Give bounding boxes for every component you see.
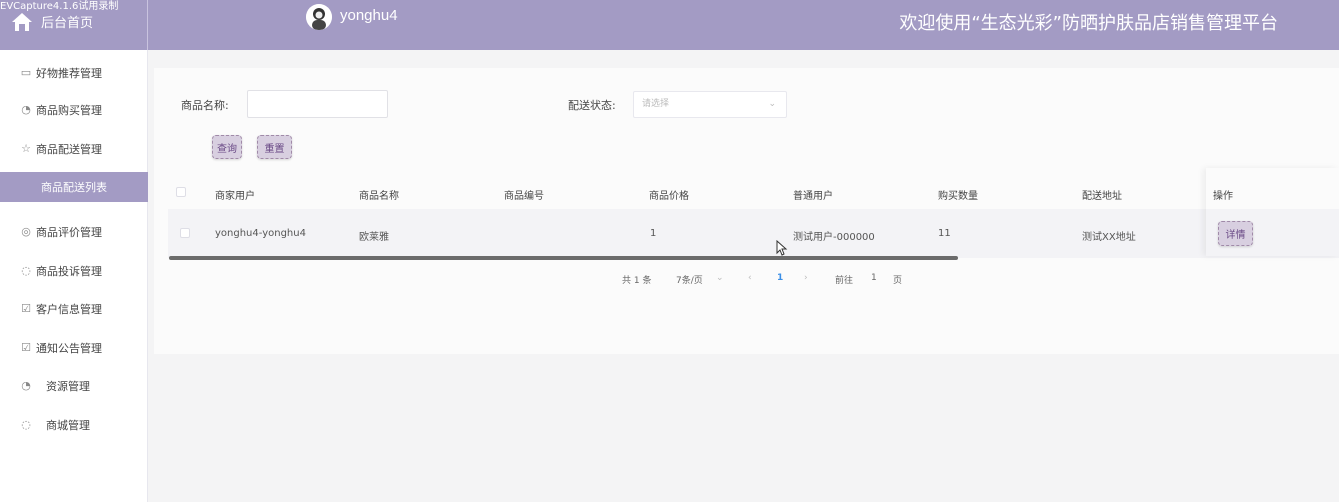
sidebar-item-mall[interactable]: ◌ 商城管理 (0, 411, 148, 439)
sidebar-item-delivery-list[interactable]: 商品配送列表 (0, 172, 148, 202)
sidebar-item-label: 商品购买管理 (36, 104, 102, 117)
horizontal-scrollbar[interactable] (169, 256, 958, 260)
current-page[interactable]: 1 (777, 273, 783, 283)
product-name-label: 商品名称: (181, 99, 229, 112)
next-page-icon[interactable]: › (804, 273, 808, 283)
clock-icon: ◔ (21, 379, 31, 392)
power-icon: ◌ (21, 418, 31, 431)
goto-label: 前往 (835, 276, 854, 286)
chevron-down-icon: ⌄ (768, 99, 776, 109)
sidebar-item-label: 商品评价管理 (36, 226, 102, 239)
column-header: 配送地址 (1082, 191, 1122, 202)
sidebar-item-label: 商品配送列表 (41, 181, 107, 194)
column-header: 商品名称 (359, 191, 399, 202)
sidebar-item-purchase[interactable]: ◔ 商品购买管理 (0, 96, 148, 124)
goto-page-input[interactable]: 1 (871, 273, 877, 283)
column-header: 购买数量 (938, 191, 978, 202)
star-icon: ☆ (21, 142, 31, 155)
sidebar-item-label: 商品配送管理 (36, 143, 102, 156)
mouse-cursor-icon (776, 240, 788, 256)
sidebar-item-delivery[interactable]: ☆ 商品配送管理 (0, 135, 148, 163)
sidebar-item-label: 客户信息管理 (36, 303, 102, 316)
calendar-check-icon: ☑ (21, 341, 31, 354)
column-header: 商家用户 (215, 191, 255, 202)
home-icon (12, 13, 32, 31)
cell-quantity: 11 (938, 228, 951, 239)
page-suffix: 页 (893, 276, 903, 286)
compass-icon: ◎ (21, 225, 31, 238)
cell-merchant: yonghu4-yonghu4 (215, 228, 306, 239)
platform-title: 欢迎使用“生态光彩”防晒护肤品店销售管理平台 (899, 13, 1278, 34)
sidebar-item-notice[interactable]: ☑ 通知公告管理 (0, 334, 148, 362)
main-content: 商品名称: 配送状态: 请选择 ⌄ 查询 重置 商家用户 商品名称 商品编号 商… (154, 68, 1339, 354)
select-all-checkbox[interactable] (176, 187, 186, 197)
sidebar-item-label: 商城管理 (46, 419, 90, 432)
sidebar-item-review[interactable]: ◎ 商品评价管理 (0, 218, 148, 246)
fixed-action-column (1206, 168, 1339, 256)
gift-icon: ▭ (20, 66, 32, 79)
sidebar-item-customer[interactable]: ☑ 客户信息管理 (0, 295, 148, 323)
sidebar-item-resource[interactable]: ◔ 资源管理 (0, 372, 148, 400)
home-label: 后台首页 (41, 16, 94, 31)
cell-product-name: 欧莱雅 (359, 232, 389, 243)
clock-icon: ◔ (21, 103, 31, 116)
table-header: 商家用户 商品名称 商品编号 商品价格 普通用户 购买数量 配送地址 操作 (168, 176, 1339, 209)
pagination-total: 共 1 条 (622, 276, 652, 286)
reset-button[interactable]: 重置 (257, 135, 292, 159)
power-icon: ◌ (21, 264, 31, 277)
calendar-check-icon: ☑ (21, 302, 31, 315)
cell-user: 测试用户-000000 (793, 232, 875, 243)
sidebar-item-label: 好物推荐管理 (36, 67, 102, 80)
sidebar-item-recommend[interactable]: ▭ 好物推荐管理 (0, 59, 148, 87)
sidebar-item-complaint[interactable]: ◌ 商品投诉管理 (0, 257, 148, 285)
delivery-status-placeholder: 请选择 (642, 99, 670, 109)
delivery-status-label: 配送状态: (568, 99, 616, 112)
column-header: 普通用户 (793, 191, 833, 202)
chevron-down-icon[interactable]: ⌄ (716, 273, 724, 283)
prev-page-icon[interactable]: ‹ (748, 273, 752, 283)
product-name-input[interactable] (247, 90, 388, 118)
username: yonghu4 (340, 7, 398, 24)
cell-price: 1 (650, 228, 657, 239)
top-header: EVCapture4.1.6试用录制 后台首页 yonghu4 欢迎使用“生态光… (0, 0, 1339, 50)
sidebar-item-label: 通知公告管理 (36, 342, 102, 355)
delivery-status-select[interactable]: 请选择 ⌄ (633, 91, 787, 118)
column-header: 商品编号 (504, 191, 544, 202)
query-button[interactable]: 查询 (212, 135, 242, 159)
home-nav[interactable]: EVCapture4.1.6试用录制 后台首页 (0, 0, 148, 50)
avatar[interactable] (306, 4, 332, 30)
row-checkbox[interactable] (180, 228, 190, 238)
sidebar: ▭ 好物推荐管理 ◔ 商品购买管理 ☆ 商品配送管理 商品配送列表 ◎ 商品评价… (0, 50, 148, 502)
sidebar-item-label: 资源管理 (46, 380, 90, 393)
user-avatar-icon (306, 4, 332, 30)
page-size-select[interactable]: 7条/页 (676, 273, 703, 286)
cell-address: 测试XX地址 (1082, 232, 1136, 243)
sidebar-item-label: 商品投诉管理 (36, 265, 102, 278)
table-row[interactable]: yonghu4-yonghu4 欧莱雅 1 测试用户-000000 11 测试X… (168, 209, 1339, 258)
column-header: 商品价格 (649, 191, 689, 202)
